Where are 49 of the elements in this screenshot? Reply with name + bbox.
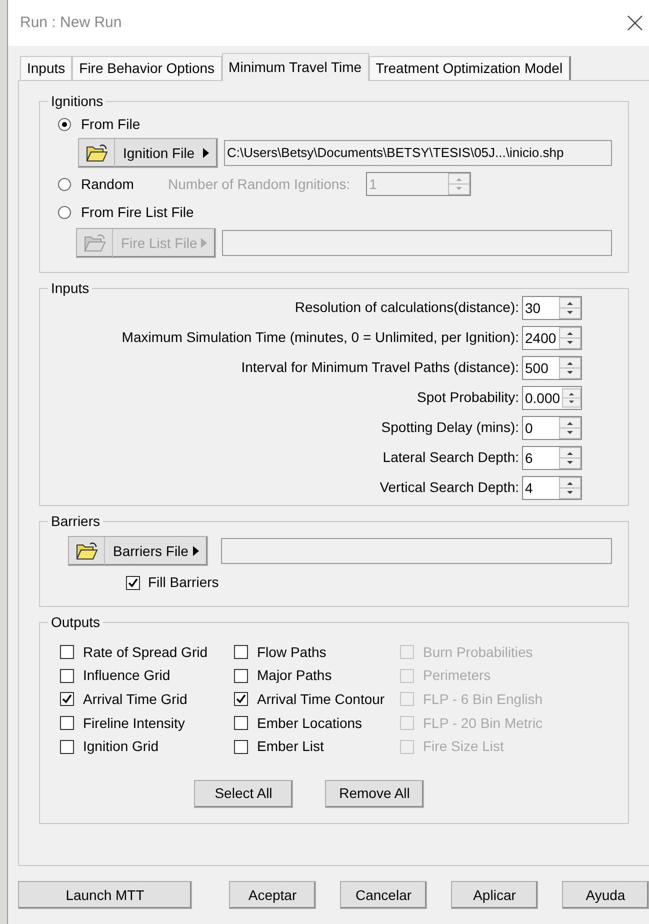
remove-all-button[interactable]: Remove All	[325, 780, 424, 808]
checkbox-label: Perimeters	[423, 666, 491, 686]
spin-box[interactable]: 2400	[522, 326, 582, 350]
field-label: Vertical Search Depth:	[380, 478, 519, 497]
spin-box[interactable]: 30	[522, 296, 582, 320]
window-title: Run : New Run	[20, 12, 122, 33]
checkbox-label: Major Paths	[257, 666, 332, 686]
footer-button[interactable]: Launch MTT	[18, 881, 192, 909]
checkbox-label: Arrival Time Grid	[83, 690, 188, 709]
file-button[interactable]: Barriers File	[68, 536, 208, 566]
checkbox-label: Ember Locations	[257, 714, 362, 733]
tab[interactable]: Treatment Optimization Model	[368, 56, 571, 80]
field-label: Spotting Delay (mins):	[381, 418, 519, 437]
field-label: Number of Random Ignitions:	[168, 174, 350, 194]
checkbox-label: Fill Barriers	[148, 573, 219, 592]
checkbox-label: Burn Probabilities	[423, 642, 533, 662]
radio-label: Random	[81, 174, 134, 194]
footer-button[interactable]: Ayuda	[562, 881, 649, 909]
checkbox-label: FLP - 20 Bin Metric	[423, 714, 543, 733]
field-label: Interval for Minimum Travel Paths (distance):	[241, 358, 519, 377]
footer-button[interactable]: Aplicar	[451, 881, 538, 909]
spin-box[interactable]: 4	[522, 476, 582, 500]
field-label: Lateral Search Depth:	[382, 448, 519, 467]
checkbox-label: Influence Grid	[83, 666, 170, 686]
checkbox-label: Fire Size List	[423, 737, 504, 756]
tab[interactable]: Fire Behavior Options	[72, 56, 222, 80]
checkbox-label: FLP - 6 Bin English	[423, 690, 543, 709]
path-field[interactable]: C:\Users\Betsy\Documents\BETSY\TESIS\05J...\inicio.shp	[224, 140, 612, 166]
field-label: Spot Probability:	[417, 388, 519, 407]
radio-label: From Fire List File	[81, 202, 194, 222]
spin-box[interactable]: 6	[522, 446, 582, 470]
spin-box[interactable]: 500	[522, 356, 582, 380]
checkbox-label: Ember List	[257, 737, 324, 756]
spin-box[interactable]: 0	[522, 416, 582, 440]
checkbox-label: Flow Paths	[257, 642, 326, 662]
tab[interactable]: Minimum Travel Time	[222, 53, 369, 81]
checkbox-label: Ignition Grid	[83, 737, 158, 756]
footer-button[interactable]: Aceptar	[229, 881, 316, 909]
select-all-button[interactable]: Select All	[194, 780, 293, 808]
checkbox-label: Rate of Spread Grid	[83, 642, 208, 662]
field-label: Maximum Simulation Time (minutes, 0 = Unlimited, per Ignition):	[122, 328, 519, 347]
field-label: Resolution of calculations(distance):	[294, 298, 519, 317]
file-button[interactable]: Ignition File	[78, 138, 218, 168]
radio-label: From File	[81, 114, 140, 134]
tab[interactable]: Inputs	[20, 56, 72, 80]
checkbox-label: Arrival Time Contour	[257, 690, 385, 709]
checkbox-label: Fireline Intensity	[83, 714, 185, 733]
spin-box[interactable]: 0.000	[522, 386, 582, 410]
footer-button[interactable]: Cancelar	[340, 881, 427, 909]
